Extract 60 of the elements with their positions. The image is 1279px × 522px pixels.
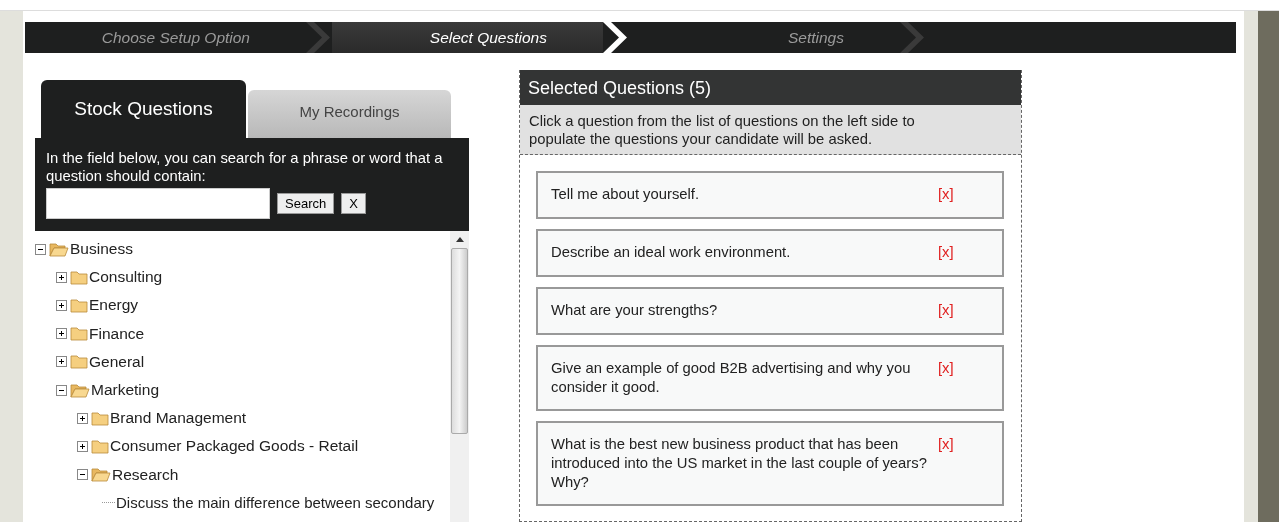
folder-icon xyxy=(70,326,88,342)
tree-item[interactable]: Consumer Packaged Goods - Retail xyxy=(110,437,359,456)
tree-item[interactable]: Research xyxy=(112,465,179,484)
expand-icon[interactable] xyxy=(77,412,88,424)
search-button[interactable]: Search xyxy=(277,193,335,214)
question-card[interactable]: Give an example of good B2B advertising and why you consider it good. [x] xyxy=(536,345,1004,411)
folder-icon xyxy=(70,354,88,370)
remove-link[interactable]: [x] xyxy=(938,435,954,454)
search-hint: In the field below, you can search for a phrase or word that a question should contain: xyxy=(46,149,444,185)
open-folder-icon xyxy=(91,467,111,483)
tree-item[interactable]: Marketing xyxy=(91,381,160,400)
chevron-icon xyxy=(306,22,332,53)
instructions: Click a question from the list of questions on the left side to populate the questions your candidate will be asked. xyxy=(520,105,1021,155)
scrollbar[interactable] xyxy=(450,231,469,522)
folder-icon xyxy=(91,438,109,454)
chevron-icon xyxy=(900,22,926,53)
tree-item[interactable]: Brand Management xyxy=(110,409,247,428)
step-tab[interactable]: Settings xyxy=(629,28,900,47)
clear-button[interactable]: X xyxy=(341,193,366,214)
search-field[interactable] xyxy=(46,188,270,219)
question-text: What are your strengths? xyxy=(551,301,719,320)
expand-icon[interactable] xyxy=(56,271,67,283)
expand-icon[interactable] xyxy=(56,356,67,368)
question-text: Give an example of good B2B advertising and why you consider it good. xyxy=(551,359,912,397)
tree-item[interactable]: General xyxy=(89,352,145,371)
question-card[interactable]: Tell me about yourself. [x] xyxy=(536,171,1004,219)
collapse-icon[interactable] xyxy=(77,469,88,481)
question-card[interactable]: Describe an ideal work environment. [x] xyxy=(536,229,1004,277)
open-folder-icon xyxy=(49,241,69,257)
folder-icon xyxy=(70,297,88,313)
question-card[interactable]: What is the best new business product that has been introduced into the US market in the last couple of years? Why? [x] xyxy=(536,421,1004,506)
remove-link[interactable]: [x] xyxy=(938,243,954,262)
panel-title: Selected Questions (5) xyxy=(520,70,1021,105)
collapse-icon[interactable] xyxy=(56,384,67,396)
remove-link[interactable]: [x] xyxy=(938,359,954,378)
step-tab[interactable]: Choose Setup Option xyxy=(25,28,306,47)
folder-icon xyxy=(91,410,109,426)
collapse-icon[interactable] xyxy=(35,243,46,255)
tree-question[interactable]: Discuss the main difference between secondary xyxy=(116,494,435,512)
remove-link[interactable]: [x] xyxy=(938,301,954,320)
question-card[interactable]: What are your strengths? [x] xyxy=(536,287,1004,335)
question-text: Tell me about yourself. xyxy=(551,185,701,204)
expand-icon[interactable] xyxy=(77,440,88,452)
tree-item[interactable]: Consulting xyxy=(89,268,163,287)
expand-icon[interactable] xyxy=(56,299,67,311)
chevron-icon xyxy=(603,22,629,53)
scroll-up-icon[interactable] xyxy=(455,237,464,242)
tab[interactable]: Stock Questions xyxy=(41,80,246,138)
tree-item[interactable]: Business xyxy=(70,240,133,259)
question-text: What is the best new business product that has been introduced into the US market in the last couple of years? Why? xyxy=(551,435,928,492)
remove-link[interactable]: [x] xyxy=(938,185,954,204)
step-tab[interactable]: Select Questions xyxy=(332,22,603,53)
tab[interactable]: My Recordings xyxy=(248,90,451,138)
question-text: Describe an ideal work environment. xyxy=(551,243,792,262)
scroll-thumb[interactable] xyxy=(451,248,468,434)
expand-icon[interactable] xyxy=(56,328,67,340)
tree-item[interactable]: Finance xyxy=(89,324,145,343)
tree-item[interactable]: Energy xyxy=(89,296,139,315)
folder-icon xyxy=(70,269,88,285)
open-folder-icon xyxy=(70,382,90,398)
